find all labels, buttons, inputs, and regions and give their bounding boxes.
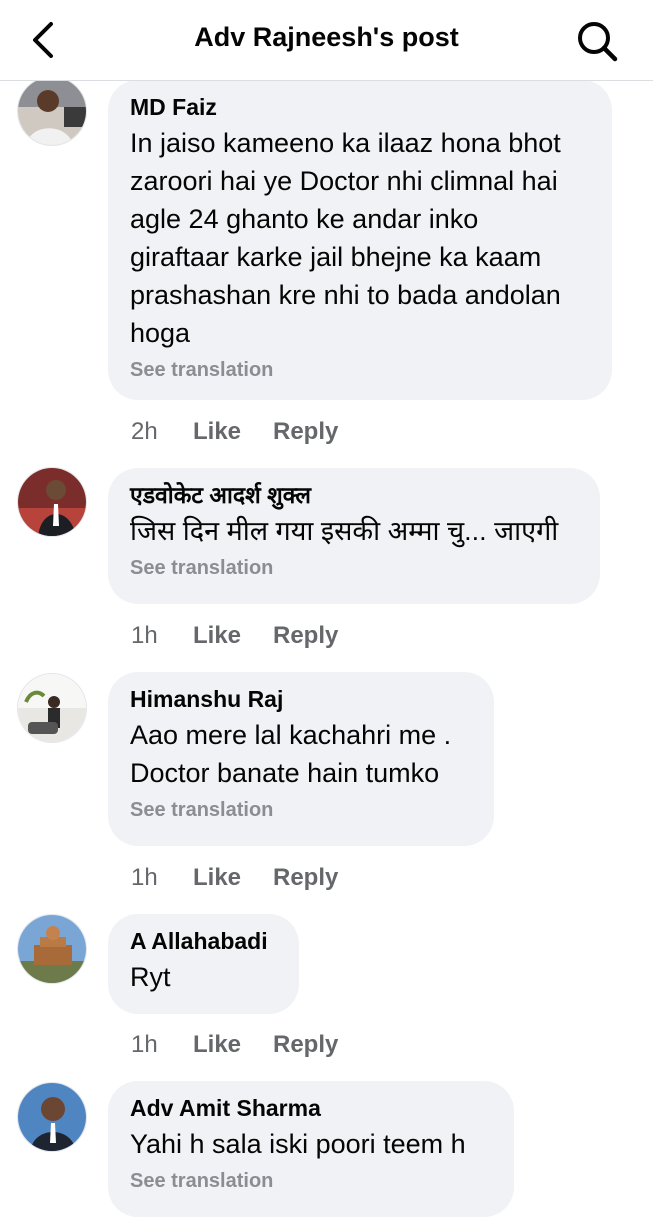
avatar[interactable] xyxy=(17,1082,87,1152)
comment-text: Aao mere lal kachahri me . Doctor banate… xyxy=(130,720,452,788)
see-translation-link[interactable]: See translation xyxy=(130,1167,492,1195)
comment-actions: 1h Like Reply xyxy=(131,864,338,892)
comment-text: जिस दिन मील गया इसकी अम्मा चु... जाएगी xyxy=(130,516,559,546)
comment-time: 1h xyxy=(131,622,158,649)
comment-text: In jaiso kameeno ka ilaaz hona bhot zaro… xyxy=(130,128,561,348)
comment-actions: 1h Like Reply xyxy=(131,1031,338,1059)
comment-author[interactable]: Himanshu Raj xyxy=(130,684,472,714)
comment-actions: 2h Like Reply xyxy=(131,418,338,446)
reply-button[interactable]: Reply xyxy=(273,864,338,892)
reply-button[interactable]: Reply xyxy=(273,622,338,650)
comment-bubble: Himanshu Raj Aao mere lal kachahri me . … xyxy=(108,672,494,846)
comment-text: Ryt xyxy=(130,962,171,992)
comment-author[interactable]: MD Faiz xyxy=(130,92,590,122)
avatar[interactable] xyxy=(17,914,87,984)
reply-button[interactable]: Reply xyxy=(273,418,338,446)
comment-time: 1h xyxy=(131,864,158,891)
search-button[interactable] xyxy=(572,16,622,66)
comment-actions: 1h Like Reply xyxy=(131,622,338,650)
like-button[interactable]: Like xyxy=(193,418,273,446)
search-icon xyxy=(578,22,618,62)
comment-text: Yahi h sala iski poori teem h xyxy=(130,1129,466,1159)
comment-bubble: एडवोकेट आदर्श शुक्ल जिस दिन मील गया इसकी… xyxy=(108,468,600,604)
see-translation-link[interactable]: See translation xyxy=(130,554,578,582)
comment-time: 2h xyxy=(131,418,158,445)
reply-button[interactable]: Reply xyxy=(273,1031,338,1059)
top-bar: Adv Rajneesh's post xyxy=(0,0,653,81)
avatar[interactable] xyxy=(17,673,87,743)
like-button[interactable]: Like xyxy=(193,622,273,650)
like-button[interactable]: Like xyxy=(193,864,273,892)
see-translation-link[interactable]: See translation xyxy=(130,356,590,384)
like-button[interactable]: Like xyxy=(193,1031,273,1059)
comment-author[interactable]: Adv Amit Sharma xyxy=(130,1093,492,1123)
see-translation-link[interactable]: See translation xyxy=(130,796,472,824)
comment-bubble: A Allahabadi Ryt xyxy=(108,914,299,1014)
page-title: Adv Rajneesh's post xyxy=(194,22,459,52)
comment-author[interactable]: एडवोकेट आदर्श शुक्ल xyxy=(130,480,578,510)
comment-bubble: MD Faiz In jaiso kameeno ka ilaaz hona b… xyxy=(108,80,612,400)
avatar[interactable] xyxy=(17,467,87,537)
avatar[interactable] xyxy=(17,76,87,146)
comment-time: 1h xyxy=(131,1031,158,1058)
comment-author[interactable]: A Allahabadi xyxy=(130,926,277,956)
comment-bubble: Adv Amit Sharma Yahi h sala iski poori t… xyxy=(108,1081,514,1217)
